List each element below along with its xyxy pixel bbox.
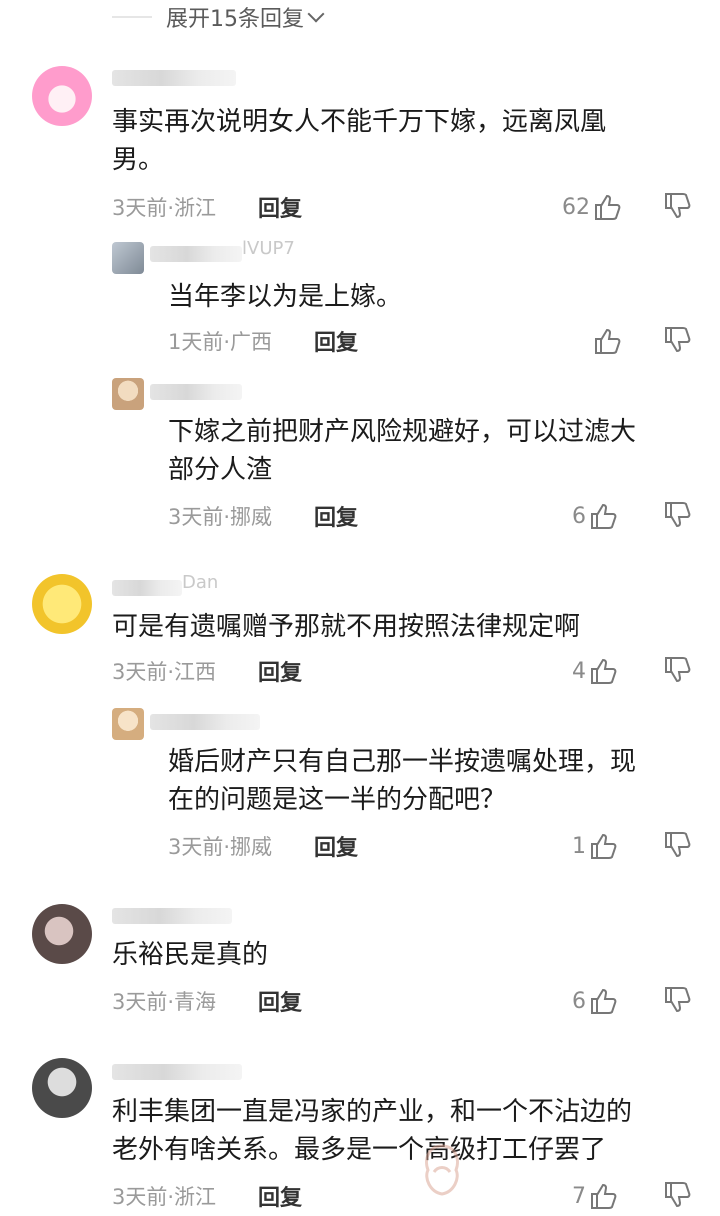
comment-text: 利丰集团一直是冯家的产业，和一个不沾边的 老外有啥关系。最多是一个高级打工仔罢了	[112, 1097, 633, 1165]
reply-button[interactable]: 回复	[258, 1181, 302, 1211]
avatar[interactable]	[32, 66, 92, 126]
chevron-down-icon	[307, 5, 325, 23]
comment-meta: 3天前·挪威	[168, 835, 273, 859]
comment-meta: 3天前·浙江	[112, 196, 217, 220]
username-partial[interactable]: lVUP7	[242, 238, 295, 259]
comment-meta: 3天前·江西	[112, 660, 217, 684]
like-count: 6	[572, 988, 586, 1014]
reply-button[interactable]: 回复	[258, 192, 302, 222]
avatar[interactable]	[112, 378, 144, 410]
avatar[interactable]	[32, 904, 92, 964]
like-count: 6	[572, 503, 586, 529]
comment-text: 当年李以为是上嫁。	[168, 282, 403, 312]
avatar[interactable]	[112, 708, 144, 740]
reply-button[interactable]: 回复	[258, 656, 302, 686]
expand-replies-label: 展开15条回复	[166, 7, 304, 32]
thumbs-up-icon	[591, 1183, 617, 1209]
like-count: 4	[572, 658, 586, 684]
username-blurred[interactable]	[112, 70, 236, 86]
username-blurred[interactable]	[112, 908, 232, 924]
thumbs-up-icon	[595, 194, 621, 220]
like-button[interactable]: 1	[572, 831, 618, 861]
reply-button[interactable]: 回复	[314, 501, 358, 531]
avatar[interactable]	[32, 1058, 92, 1118]
like-button[interactable]: 6	[572, 501, 618, 531]
comment-text: 可是有遗嘱赠予那就不用按照法律规定啊	[112, 612, 581, 642]
like-count: 7	[572, 1183, 586, 1209]
reply-button[interactable]: 回复	[314, 326, 358, 356]
divider-line	[112, 16, 152, 18]
comment-text: 事实再次说明女人不能千万下嫁，远离凤凰 男。	[112, 107, 607, 175]
thumbs-down-icon[interactable]	[660, 1181, 694, 1211]
thumbs-up-icon	[591, 658, 617, 684]
like-button[interactable]: 62	[562, 192, 622, 222]
comment-meta: 3天前·浙江	[112, 1185, 217, 1209]
thumbs-down-icon[interactable]	[660, 192, 694, 222]
watermark-logo	[425, 1144, 459, 1196]
thumbs-down-icon[interactable]	[660, 831, 694, 861]
comment-text: 乐裕民是真的	[112, 940, 269, 970]
username-partial[interactable]: Dan	[182, 572, 218, 593]
like-button[interactable]: 7	[572, 1181, 618, 1211]
username-blurred[interactable]	[150, 714, 260, 730]
comment-meta: 1天前·广西	[168, 330, 273, 354]
thumbs-up-icon	[591, 833, 617, 859]
thumbs-down-icon[interactable]	[660, 986, 694, 1016]
username-blurred[interactable]	[112, 1064, 242, 1080]
like-button[interactable]: 6	[572, 986, 618, 1016]
avatar[interactable]	[112, 242, 144, 274]
thumbs-up-icon	[591, 503, 617, 529]
comment-text: 婚后财产只有自己那一半按遗嘱处理，现 在的问题是这一半的分配吧？	[168, 747, 637, 815]
thumbs-down-icon[interactable]	[660, 326, 694, 356]
thumbs-down-icon[interactable]	[660, 501, 694, 531]
username-blurred[interactable]	[150, 384, 242, 400]
reply-button[interactable]: 回复	[314, 831, 358, 861]
like-count: 62	[562, 194, 590, 220]
thumbs-up-icon	[595, 328, 621, 354]
comment-text: 下嫁之前把财产风险规避好，可以过滤大 部分人渣	[168, 417, 637, 485]
like-button[interactable]	[590, 326, 622, 356]
reply-button[interactable]: 回复	[258, 986, 302, 1016]
username-blurred[interactable]	[150, 246, 242, 262]
comment-meta: 3天前·青海	[112, 990, 217, 1014]
thumbs-up-icon	[591, 988, 617, 1014]
username-blurred[interactable]	[112, 580, 182, 596]
thumbs-down-icon[interactable]	[660, 656, 694, 686]
like-count: 1	[572, 833, 586, 859]
expand-replies[interactable]: 展开15条回复	[112, 0, 325, 34]
avatar[interactable]	[32, 574, 92, 634]
comment-meta: 3天前·挪威	[168, 505, 273, 529]
like-button[interactable]: 4	[572, 656, 618, 686]
